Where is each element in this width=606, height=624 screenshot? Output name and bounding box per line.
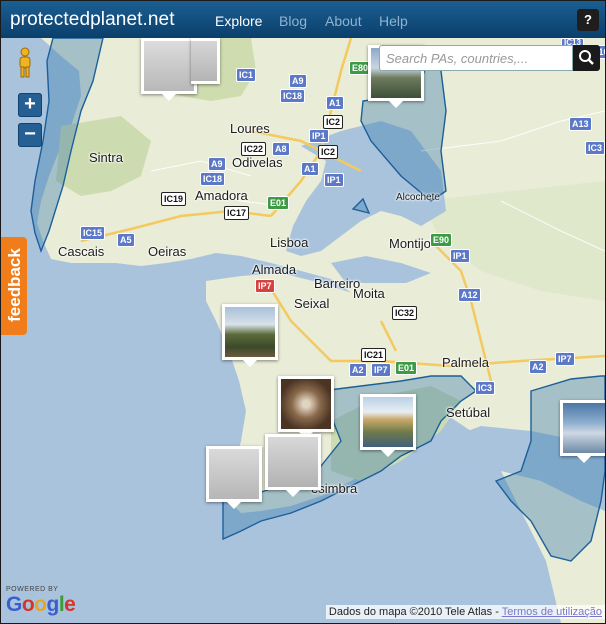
attribution-separator: - [492, 606, 502, 618]
road-shield: IC1 [236, 68, 257, 82]
thumbnail-image [363, 397, 413, 447]
road-shield: IC18 [280, 89, 306, 103]
search-button[interactable] [573, 45, 600, 71]
pa-thumbnail-placeholder[interactable] [206, 446, 262, 509]
search-icon [579, 50, 594, 65]
pa-thumbnail-placeholder[interactable] [265, 434, 321, 497]
thumbnail-image [209, 449, 259, 499]
pegman-icon [19, 47, 31, 78]
google-letter: G [6, 593, 22, 616]
place-label: Moita [353, 286, 385, 301]
road-shield: A9 [289, 74, 307, 88]
place-label: Odivelas [232, 155, 283, 170]
road-shield: IC15 [80, 226, 106, 240]
search-input[interactable] [380, 46, 578, 70]
google-letter: o [21, 593, 35, 616]
place-label: Oeiras [148, 244, 187, 259]
thumbnail-image [191, 41, 217, 81]
terms-link[interactable]: Termos de utilização [502, 606, 602, 618]
road-shield: A1 [326, 96, 344, 110]
google-logo[interactable]: Google [6, 593, 76, 617]
nav-blog[interactable]: Blog [279, 13, 307, 29]
road-shield: A2 [349, 363, 367, 377]
road-shield: IC17 [224, 206, 250, 220]
place-label: Almada [252, 262, 297, 277]
thumbnail-image [268, 437, 318, 487]
road-shield: IC19 [161, 192, 187, 206]
thumbnail-image [144, 41, 194, 91]
app-frame: protectedplanet.net Explore Blog About H… [0, 0, 606, 624]
attribution-text: Dados do mapa ©2010 Tele Atlas [328, 606, 493, 618]
zoom-out-button[interactable]: − [18, 123, 42, 147]
thumbnail-image [281, 379, 331, 429]
place-label: Palmela [442, 355, 489, 370]
pa-thumbnail-placeholder[interactable] [141, 38, 197, 101]
road-shield: IC32 [392, 306, 418, 320]
search-box [379, 45, 578, 71]
street-view-pegman[interactable] [15, 47, 35, 79]
pa-thumbnail-sado[interactable] [560, 400, 605, 463]
place-label: Amadora [195, 188, 248, 203]
road-shield: IP1 [324, 173, 344, 187]
pa-thumbnail-placeholder[interactable] [191, 38, 220, 84]
road-shield: E01 [267, 196, 290, 210]
road-shield: IC21 [361, 348, 387, 362]
road-shield: E01 [395, 361, 418, 375]
road-shield: E90 [430, 233, 453, 247]
road-shield: IC22 [241, 142, 267, 156]
road-shield: IP1 [450, 249, 470, 263]
place-label: Montijo [389, 236, 431, 251]
nav-about[interactable]: About [325, 13, 362, 29]
place-label: Cascais [58, 244, 105, 259]
feedback-tab[interactable]: feedback [1, 237, 27, 335]
road-shield: IC18 [200, 172, 226, 186]
road-shield: A13 [569, 117, 592, 131]
place-label: Seixal [294, 296, 330, 311]
place-label: Alcochete [396, 192, 440, 203]
help-button[interactable]: ? [577, 9, 599, 31]
thumbnail-image [563, 403, 605, 453]
road-shield: IC3 [585, 141, 605, 155]
road-shield: IC2 [318, 145, 339, 159]
place-label: Setúbal [446, 405, 491, 420]
top-navigation-bar: protectedplanet.net Explore Blog About H… [1, 1, 605, 38]
pa-thumbnail-interior[interactable] [278, 376, 334, 439]
thumbnail-image [225, 307, 275, 357]
road-shield: A8 [272, 142, 290, 156]
place-label: Lisboa [270, 235, 309, 250]
road-shield: IP7 [255, 279, 275, 293]
pa-thumbnail-forest[interactable] [222, 304, 278, 367]
nav-help[interactable]: Help [379, 13, 408, 29]
map-attribution: Dados do mapa ©2010 Tele Atlas - Termos … [325, 605, 605, 619]
road-shield: IC2 [323, 115, 344, 129]
road-shield: IC3 [475, 381, 496, 395]
google-letter: g [46, 593, 60, 616]
road-shield: IP7 [371, 363, 391, 377]
pa-thumbnail-cliffs[interactable] [360, 394, 416, 457]
site-logo[interactable]: protectedplanet.net [10, 9, 175, 31]
nav-explore[interactable]: Explore [215, 13, 262, 29]
google-letter: e [64, 593, 76, 616]
road-shield: A12 [458, 288, 481, 302]
road-shield: IP7 [555, 352, 575, 366]
road-shield: A5 [117, 233, 135, 247]
google-letter: o [34, 593, 47, 616]
road-shield: A2 [529, 360, 547, 374]
road-shield: A1 [301, 162, 319, 176]
place-label: Loures [230, 121, 270, 136]
road-shield: A9 [208, 157, 226, 171]
place-label: Sintra [89, 150, 123, 165]
powered-by-label: POWERED BY [6, 586, 59, 593]
road-shield: IP1 [309, 129, 329, 143]
feedback-label: feedback [5, 248, 24, 322]
zoom-in-button[interactable]: + [18, 93, 42, 117]
